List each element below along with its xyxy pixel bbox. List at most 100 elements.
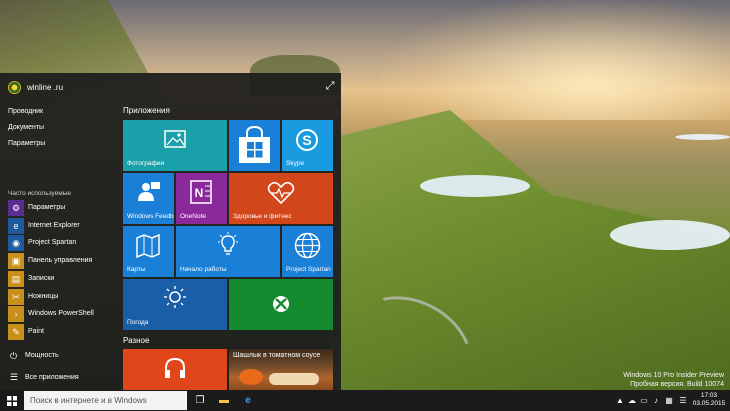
tile-skype[interactable]: S Skype: [282, 120, 333, 171]
tile-label: Windows Feedb: [127, 213, 174, 220]
app-item-label: Записки: [28, 275, 55, 282]
tile-label: Погода: [127, 319, 149, 326]
spartan-icon: ◉: [8, 235, 24, 251]
start-menu: winline .ru ⤢ Проводник Документы Параме…: [0, 73, 341, 390]
globe-icon: [294, 232, 321, 259]
tile-store[interactable]: [229, 120, 280, 171]
app-item-settings[interactable]: ⚙ Параметры: [8, 200, 114, 216]
svg-text:S: S: [302, 132, 311, 148]
place-explorer[interactable]: Проводник: [8, 108, 43, 115]
feedback-icon: [138, 182, 160, 201]
build-watermark: Windows 10 Pro Insider Preview Пробная в…: [623, 371, 724, 389]
tile-onenote[interactable]: N OneNote: [176, 173, 227, 224]
app-item-label: Internet Explorer: [28, 222, 80, 229]
app-item-label: Project Spartan: [28, 239, 77, 246]
expand-icon[interactable]: ⤢: [324, 80, 336, 92]
app-item-internet-explorer[interactable]: e Internet Explorer: [8, 218, 114, 234]
tile-food[interactable]: Шашлык в томатном соусе: [229, 349, 333, 390]
list-icon: ☰: [10, 372, 19, 382]
lake: [675, 134, 730, 140]
tile-xbox[interactable]: [229, 279, 333, 330]
tile-label: Начало работы: [180, 266, 227, 273]
start-header: winline .ru ⤢: [0, 73, 341, 103]
app-item-sticky-notes[interactable]: ▤ Записки: [8, 271, 114, 287]
svg-text:N: N: [195, 186, 204, 200]
tile-label: Карты: [127, 266, 146, 273]
skype-icon: S: [296, 129, 318, 151]
network-icon[interactable]: ▦: [662, 390, 676, 411]
clock[interactable]: 17:03 03.05.2015: [692, 392, 726, 408]
tile-get-started[interactable]: Начало работы: [176, 226, 280, 277]
watermark-line: Windows 10 Pro Insider Preview: [623, 372, 724, 379]
most-used-label: Часто используемые: [8, 190, 72, 197]
app-item-project-spartan[interactable]: ◉ Project Spartan: [8, 235, 114, 251]
map-icon: [136, 234, 160, 258]
gear-icon: ⚙: [8, 200, 24, 216]
start-button[interactable]: [0, 390, 24, 411]
all-apps-label: Все приложения: [25, 374, 79, 381]
tile-label: OneNote: [180, 213, 207, 220]
place-settings[interactable]: Параметры: [8, 140, 45, 147]
app-item-control-panel[interactable]: ▣ Панель управления: [8, 253, 114, 269]
start-left-column: Проводник Документы Параметры Часто испо…: [0, 103, 116, 390]
food-photo-tomato: [239, 369, 263, 385]
file-explorer-icon[interactable]: ▬: [212, 390, 236, 411]
lightbulb-icon: [218, 232, 238, 255]
lake: [420, 175, 530, 197]
action-center-icon[interactable]: ▭: [638, 390, 650, 411]
paint-icon: ✎: [8, 324, 24, 340]
notification-icon[interactable]: ☰: [676, 390, 690, 411]
tile-label: Здоровье и фитнес: [233, 213, 292, 220]
group-title-misc: Разное: [123, 336, 150, 345]
onedrive-icon[interactable]: ☁: [626, 390, 638, 411]
powershell-icon: ›: [8, 306, 24, 322]
app-item-snipping-tool[interactable]: ✂ Ножницы: [8, 289, 114, 305]
internet-explorer-icon[interactable]: e: [236, 390, 260, 411]
tile-label: Skype: [286, 160, 305, 167]
watermark-line: Пробная версия. Build 10074: [630, 381, 724, 388]
app-item-label: Paint: [28, 328, 44, 335]
search-placeholder: Поиск в интернете и в Windows: [30, 396, 147, 405]
power-icon: ⏻: [10, 351, 18, 361]
place-documents[interactable]: Документы: [8, 124, 44, 131]
xbox-icon: [273, 296, 289, 312]
tile-label: Фотографии: [127, 160, 165, 167]
clock-time: 17:03: [700, 392, 718, 399]
clock-date: 03.05.2015: [692, 400, 726, 407]
tile-photos[interactable]: Фотографии: [123, 120, 227, 171]
app-item-label: Параметры: [28, 204, 66, 211]
task-view-icon[interactable]: ❐: [188, 390, 212, 411]
sky-glow: [380, 0, 730, 120]
group-title-apps: Приложения: [123, 106, 170, 115]
control-panel-icon: ▣: [8, 253, 24, 269]
tile-food-title: Шашлык в томатном соусе: [233, 352, 321, 359]
app-item-label: Windows PowerShell: [28, 310, 94, 317]
tile-maps[interactable]: Карты: [123, 226, 174, 277]
heart-icon: [267, 181, 295, 205]
tray-overflow-icon[interactable]: ▲: [614, 390, 626, 411]
user-name[interactable]: winline .ru: [27, 83, 63, 92]
search-box[interactable]: Поиск в интернете и в Windows: [24, 391, 187, 410]
taskbar: Поиск в интернете и в Windows ❐ ▬ e ▲ ☁ …: [0, 390, 730, 411]
app-item-paint[interactable]: ✎ Paint: [8, 324, 114, 340]
power-label: Мощность: [25, 352, 59, 359]
tile-music[interactable]: [123, 349, 227, 390]
sticky-notes-icon: ▤: [8, 271, 24, 287]
lake: [610, 220, 730, 250]
app-item-powershell[interactable]: › Windows PowerShell: [8, 306, 114, 322]
internet-explorer-icon: e: [8, 218, 24, 234]
headphones-icon: [165, 357, 185, 378]
user-avatar[interactable]: [8, 81, 21, 94]
sun-icon: [164, 286, 186, 308]
scissors-icon: ✂: [8, 289, 24, 305]
volume-icon[interactable]: ♪: [650, 390, 662, 411]
app-item-label: Панель управления: [28, 257, 93, 264]
tile-project-spartan[interactable]: Project Spartan: [282, 226, 333, 277]
onenote-icon: N: [190, 180, 212, 204]
app-item-label: Ножницы: [28, 293, 59, 300]
tile-weather[interactable]: Погода: [123, 279, 227, 330]
tile-health-fitness[interactable]: Здоровье и фитнес: [229, 173, 333, 224]
tile-windows-feedback[interactable]: Windows Feedb: [123, 173, 174, 224]
food-photo-plate: [269, 373, 319, 385]
tile-label: Project Spartan: [286, 266, 331, 273]
